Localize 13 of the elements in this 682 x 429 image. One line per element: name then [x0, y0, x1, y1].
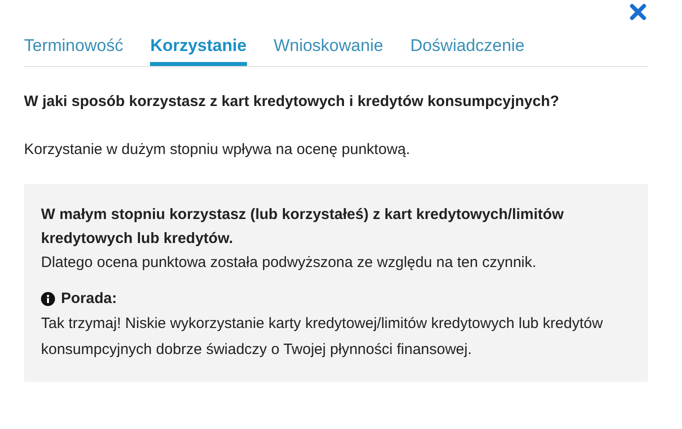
- info-icon: [41, 292, 55, 306]
- result-text: Dlatego ocena punktowa została podwyższona ze względu na ten czynnik.: [41, 252, 538, 272]
- question-heading: W jaki sposób korzystasz z kart kredytowych i kredytów konsumpcyjnych?: [24, 92, 560, 112]
- tip-label: Porada:: [61, 288, 117, 308]
- intro-text: Korzystanie w dużym stopniu wpływa na ocenę punktową.: [24, 140, 412, 160]
- close-button[interactable]: [628, 2, 648, 22]
- tab[interactable]: Korzystanie: [150, 33, 247, 66]
- tab[interactable]: Wnioskowanie: [274, 33, 384, 66]
- tip-text: Tak trzymaj! Niskie wykorzystanie karty kredytowej/limitów kredytowych lub kredytów konsumpcyjnych dobrze świadczy o Twojej płynności finansowej.: [41, 314, 604, 360]
- panel-headline: W małym stopniu korzystasz (lub korzystałeś) z kart kredytowych/limitów kredytowych lub kredytów.: [41, 204, 565, 248]
- tab[interactable]: Terminowość: [24, 33, 124, 66]
- close-icon: [629, 3, 647, 21]
- tab[interactable]: Doświadczenie: [410, 33, 525, 66]
